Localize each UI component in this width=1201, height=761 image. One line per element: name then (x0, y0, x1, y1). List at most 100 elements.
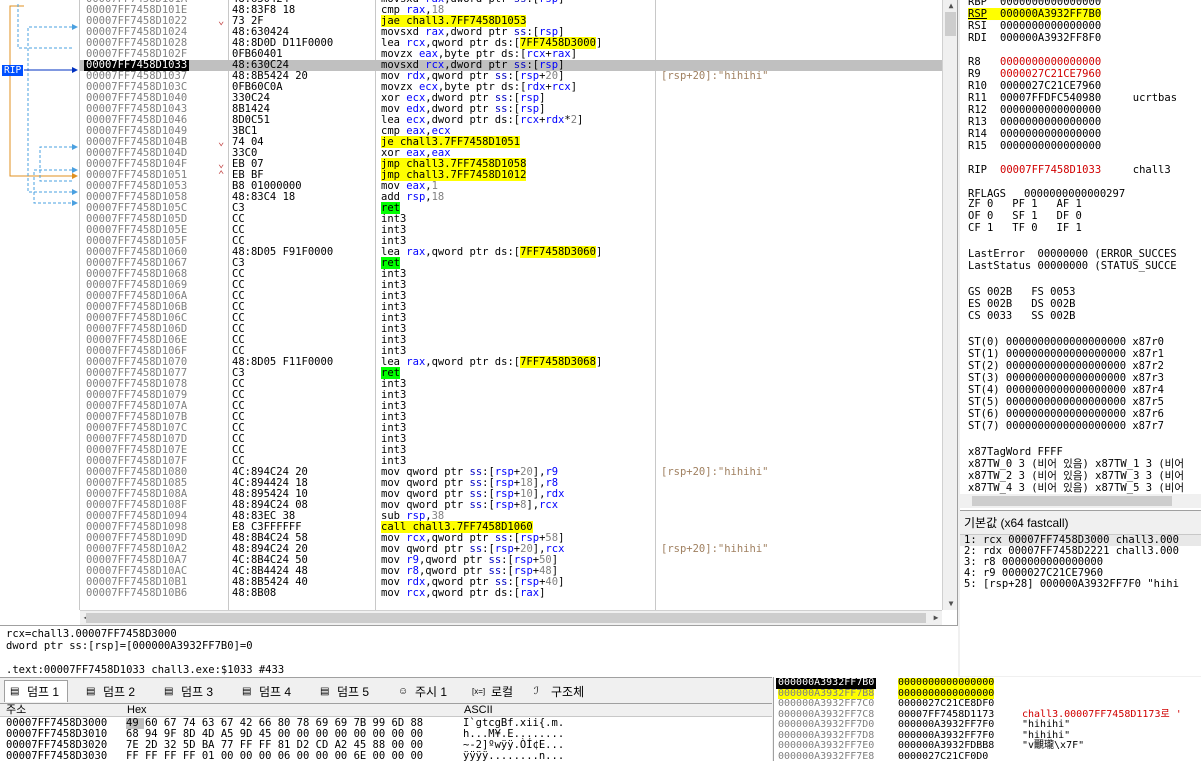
instruction-row[interactable]: 00007FF7458D107B CC int3 (80, 412, 942, 423)
instruction-list[interactable]: 00007FF7458D101A48:630424movsxd rax,dwor… (80, 0, 942, 599)
scroll-thumb[interactable] (972, 496, 1172, 506)
fpu-row[interactable]: ST(0) 0000000000000000000 x87r0 (968, 336, 1164, 348)
dump-ascii[interactable]: ÿÿÿÿ........n... (463, 751, 564, 761)
instruction-row[interactable]: 00007FF7458D104B ⌄ 74 04 je chall3.7FF7458D… (80, 136, 942, 148)
fpu-row[interactable]: ST(3) 0000000000000000000 x87r3 (968, 372, 1164, 384)
register-value[interactable]: 0000000000000000 (1000, 0, 1101, 8)
tab-dump-5[interactable]: ▤ 덤프 5 (314, 680, 378, 702)
instruction-row[interactable]: 00007FF7458D1053 B8 01000000 mov eax,1 (80, 181, 942, 192)
instruction-address[interactable]: 00007FF7458D10B6 (86, 588, 187, 599)
segment-row[interactable]: GS 002B FS 0053 (968, 286, 1075, 298)
stack-value[interactable]: 0000027C21CF0D0 (898, 751, 988, 761)
instruction-row[interactable]: 00007FF7458D106E CC int3 (80, 335, 942, 346)
register-panel[interactable]: RBP 0000000000000000 RSP 000000A3932FF7B0 RS… (960, 0, 1201, 510)
register-row[interactable]: RSP 000000A3932FF7B0 (968, 8, 1102, 20)
calling-convention-selector[interactable]: 기본값 (x64 fastcall) (960, 511, 1201, 535)
instruction-row[interactable]: 00007FF7458D1058 48:83C4 18 add rsp,18 (80, 192, 942, 203)
instruction-row[interactable]: 00007FF7458D10B6 48:8B08 mov rcx,qword ptr… (80, 588, 942, 599)
register-row[interactable]: R15 0000000000000000 (968, 140, 1101, 152)
tab-dump-3[interactable]: ▤ 덤프 3 (158, 680, 222, 702)
stack-row[interactable]: 000000A3932FF7B0 0000000000000000 (774, 677, 1201, 689)
tab-struct[interactable]: ℐ 구조체 (528, 680, 593, 702)
instruction-row[interactable]: 00007FF7458D1079 CC int3 (80, 390, 942, 401)
dump-address[interactable]: 00007FF7458D3030 (6, 751, 107, 761)
instruction-row[interactable]: 00007FF7458D1070 48:8D05 F11F0000 lea rax,… (80, 356, 942, 368)
tagword-row[interactable]: x87TW_2 3 (비어 있음) x87TW_3 3 (비어 (968, 470, 1184, 482)
register-row[interactable]: R12 0000000000000000 (968, 104, 1101, 116)
fpu-row[interactable]: ST(2) 0000000000000000000 x87r2 (968, 360, 1164, 372)
stack-address[interactable]: 000000A3932FF7D0 (778, 719, 874, 731)
instruction-row[interactable]: 00007FF7458D1069 CC int3 (80, 280, 942, 291)
stack-row[interactable]: 000000A3932FF7E8 0000027C21CF0D0 (774, 751, 1201, 761)
hex-dump-view[interactable]: 주소 Hex ASCII 00007FF7458D3000 49 60 67 74… (0, 703, 772, 761)
segment-row[interactable]: ES 002B DS 002B (968, 298, 1075, 310)
instruction-text[interactable]: lea rax,qword ptr ds:[7FF7458D3060] (381, 246, 602, 258)
register-row[interactable]: R14 0000000000000000 (968, 128, 1101, 140)
register-value[interactable]: 000000A3932FF8F0 (1000, 32, 1101, 44)
instruction-row[interactable]: 00007FF7458D1068 CC int3 (80, 269, 942, 280)
instruction-row[interactable]: 00007FF7458D107A CC int3 (80, 401, 942, 412)
stack-value[interactable]: 000000A3932FF7F0 (898, 719, 994, 731)
tagword-row[interactable]: x87TW_4 3 (비어 있음) x87TW_5 3 (비어 (968, 482, 1184, 494)
instruction-row[interactable]: 00007FF7458D105D CC int3 (80, 214, 942, 225)
tagword-row[interactable]: x87TagWord FFFF (968, 446, 1063, 458)
vertical-scrollbar[interactable]: ▲ ▼ (942, 0, 957, 610)
instruction-row[interactable]: 00007FF7458D1077 C3 ret (80, 367, 942, 379)
flag-row[interactable]: ZF 0 PF 1 AF 1 (968, 198, 1082, 210)
register-value[interactable]: 0000000000000000 (1000, 56, 1101, 68)
register-row[interactable]: R9 0000027C21CE7960 (968, 68, 1101, 80)
register-value[interactable]: 0000000000000000 (1000, 128, 1101, 140)
scroll-right-icon[interactable]: ▶ (930, 612, 942, 624)
segment-row[interactable]: CS 0033 SS 002B (968, 310, 1075, 322)
instruction-row[interactable]: 00007FF7458D1060 48:8D05 F91F0000 lea rax,… (80, 246, 942, 258)
stack-row[interactable]: 000000A3932FF7C0 0000027C21CE8DF0 (774, 698, 1201, 710)
flag-row[interactable]: OF 0 SF 1 DF 0 (968, 210, 1082, 222)
dump-tab-bar[interactable]: ▤ 덤프 1 ▤ 덤프 2 ▤ 덤프 3 ▤ 덤프 4 ▤ 덤프 5 ☺ 주시 1 [x=] 로컬 ℐ 구조체 (0, 677, 772, 703)
instruction-row[interactable]: 00007FF7458D106A CC int3 (80, 291, 942, 302)
instruction-row[interactable]: 00007FF7458D1051 ⌃ EB BF jmp chall3.7FF7458… (80, 169, 942, 181)
tab-dump-4[interactable]: ▤ 덤프 4 (236, 680, 300, 702)
flag-row[interactable]: CF 1 TF 0 IF 1 (968, 222, 1082, 234)
stack-value[interactable]: 0000000000000000 (898, 677, 995, 689)
register-value[interactable]: 0000027C21CE7960 (1000, 68, 1101, 80)
register-row[interactable]: RBP 0000000000000000 (968, 0, 1101, 8)
register-row[interactable]: RDI 000000A3932FF8F0 (968, 32, 1101, 44)
instruction-row[interactable]: 00007FF7458D106C CC int3 (80, 313, 942, 324)
register-value[interactable]: 0000000000000000 (1000, 104, 1101, 116)
register-row[interactable]: RIP 00007FF7458D1033 chall3 (968, 164, 1171, 176)
fpu-row[interactable]: ST(1) 0000000000000000000 x87r1 (968, 348, 1164, 360)
horizontal-scrollbar[interactable]: ◀ ▶ (80, 610, 942, 625)
instruction-row[interactable]: 00007FF7458D106D CC int3 (80, 324, 942, 335)
register-value[interactable]: 000000A3932FF7B0 (1000, 8, 1102, 20)
register-row[interactable]: R8 0000000000000000 (968, 56, 1101, 68)
instruction-row[interactable]: 00007FF7458D107C CC int3 (80, 423, 942, 434)
fpu-row[interactable]: ST(6) 0000000000000000000 x87r6 (968, 408, 1164, 420)
register-value[interactable]: 00007FFDFC540980 (1000, 92, 1101, 104)
stack-address[interactable]: 000000A3932FF7C0 (778, 698, 874, 710)
instruction-row[interactable]: 00007FF7458D106B CC int3 (80, 302, 942, 313)
stack-view[interactable]: 000000A3932FF7B0 0000000000000000 000000A3… (773, 677, 1201, 761)
instruction-row[interactable]: 00007FF7458D108F 48:894C24 08 mov qword pt… (80, 500, 942, 511)
instruction-row[interactable]: 00007FF7458D1067 C3 ret (80, 257, 942, 269)
call-arguments-panel[interactable]: 기본값 (x64 fastcall) 1: rcx 00007FF7458D30… (960, 510, 1201, 676)
register-value[interactable]: 00007FF7458D1033 (1000, 164, 1101, 176)
scroll-thumb[interactable] (945, 12, 956, 36)
dump-hex-bytes[interactable]: FF FF FF FF 01 00 00 00 06 00 00 00 6E 0… (126, 751, 423, 761)
scroll-thumb[interactable] (86, 613, 926, 623)
register-row[interactable]: R13 0000000000000000 (968, 116, 1101, 128)
register-row[interactable]: R10 0000027C21CE7960 (968, 80, 1101, 92)
stack-address[interactable]: 000000A3932FF7E8 (778, 751, 874, 761)
instruction-row[interactable]: 00007FF7458D107E CC int3 (80, 445, 942, 456)
stack-address[interactable]: 000000A3932FF7B0 (776, 677, 877, 689)
register-horizontal-scrollbar[interactable] (960, 494, 1201, 508)
stack-value[interactable]: 000000A3932FDBB8 (898, 740, 994, 752)
register-row[interactable]: RSI 0000000000000000 (968, 20, 1101, 32)
stack-row[interactable]: 000000A3932FF7E0 000000A3932FDBB8 "v覼瓏\x7F… (774, 740, 1201, 752)
instruction-text[interactable]: mov rcx,qword ptr ds:[rax] (381, 588, 545, 599)
argument-row[interactable]: 5: [rsp+28] 000000A3932FF7F0 "hihi (960, 579, 1201, 590)
tab-dump-1[interactable]: ▤ 덤프 1 (4, 680, 69, 702)
register-value[interactable]: 0000027C21CE7960 (1000, 80, 1101, 92)
instruction-text[interactable]: lea rax,qword ptr ds:[7FF7458D3068] (381, 356, 602, 368)
instruction-row[interactable]: 00007FF7458D105E CC int3 (80, 225, 942, 236)
error-row[interactable]: LastError 00000000 (ERROR_SUCCES (968, 248, 1177, 260)
